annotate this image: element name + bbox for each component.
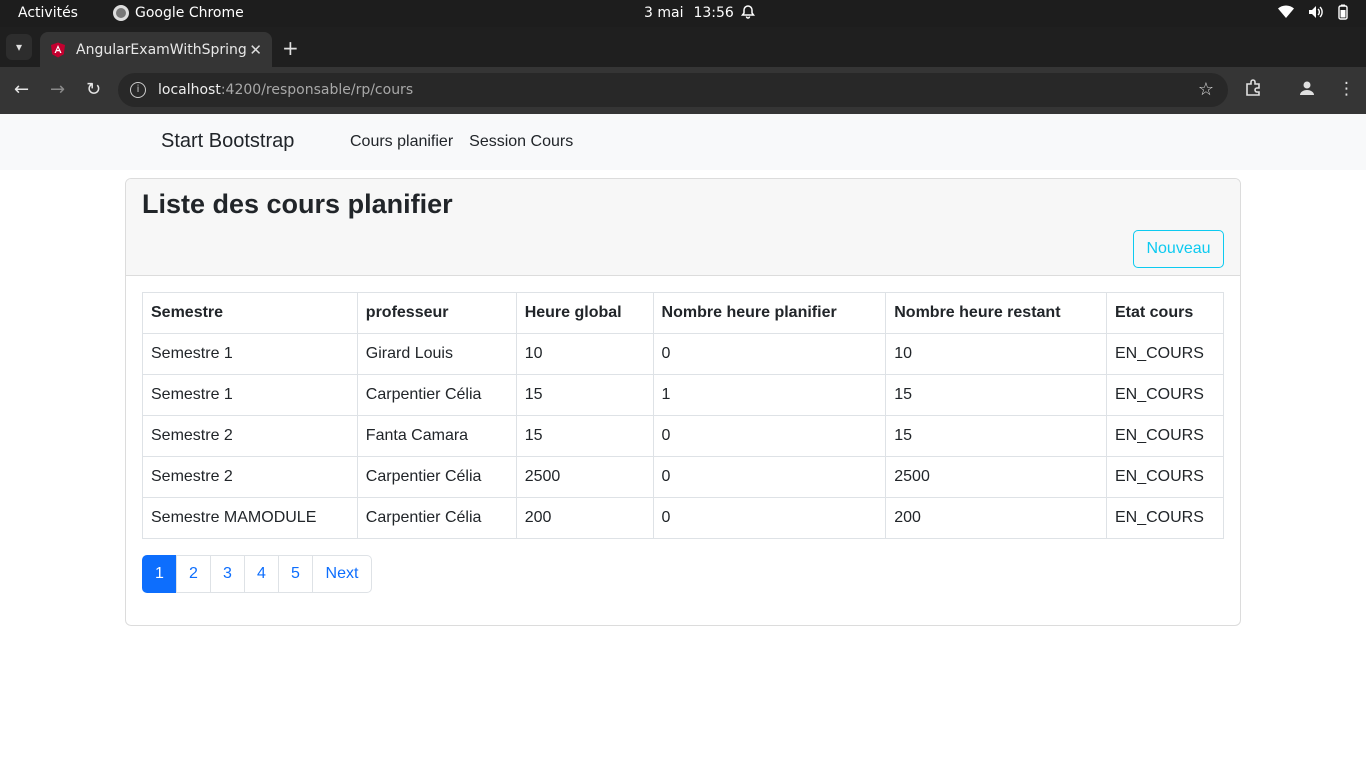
- column-header: Nombre heure restant: [885, 292, 1107, 334]
- url-path: :4200/responsable/rp/cours: [220, 82, 414, 98]
- page-link-4[interactable]: 4: [244, 555, 279, 593]
- table-cell: 15: [885, 415, 1107, 457]
- new-tab-button[interactable]: +: [282, 36, 299, 60]
- courses-table: Semestre professeur Heure global Nombre …: [142, 292, 1225, 539]
- table-cell: 2500: [515, 456, 654, 498]
- new-button[interactable]: Nouveau: [1133, 230, 1224, 268]
- table-row: Semestre 2 Carpentier Célia 2500 0 2500 …: [142, 456, 1225, 498]
- page-link-1[interactable]: 1: [142, 555, 177, 593]
- table-cell: Semestre 1: [142, 374, 358, 416]
- wifi-icon: [1278, 5, 1294, 23]
- angular-favicon-icon: [50, 42, 66, 58]
- volume-icon: [1308, 5, 1324, 23]
- column-header: Heure global: [515, 292, 654, 334]
- table-cell: Semestre MAMODULE: [142, 497, 358, 539]
- table-cell: 2500: [885, 456, 1107, 498]
- extensions-icon[interactable]: [1244, 79, 1262, 102]
- browser-tab-strip: ▾ AngularExamWithSpring ✕ +: [0, 27, 1366, 67]
- profile-icon[interactable]: [1298, 79, 1316, 102]
- clock[interactable]: 3 mai 13:56: [644, 5, 734, 21]
- table-cell: Carpentier Célia: [356, 374, 517, 416]
- navbar-brand[interactable]: Start Bootstrap: [161, 130, 294, 153]
- table-row: Semestre MAMODULE Carpentier Célia 200 0…: [142, 497, 1225, 539]
- table-cell: 10: [885, 333, 1107, 375]
- table-cell: EN_COURS: [1105, 415, 1225, 457]
- pagination: 1 2 3 4 5 Next: [142, 555, 372, 593]
- column-header: professeur: [356, 292, 517, 334]
- site-info-icon[interactable]: i: [130, 82, 146, 98]
- top-navbar: Start Bootstrap Cours planifier Session …: [0, 114, 1366, 170]
- bell-icon: [740, 4, 756, 24]
- bookmark-star-icon[interactable]: ☆: [1198, 79, 1214, 100]
- table-cell: Semestre 2: [142, 415, 358, 457]
- table-cell: EN_COURS: [1105, 333, 1225, 375]
- tab-title: AngularExamWithSpring: [76, 41, 247, 58]
- clock-date: 3 mai: [644, 5, 684, 21]
- table-cell: Semestre 2: [142, 456, 358, 498]
- table-cell: 0: [652, 415, 887, 457]
- battery-icon: [1338, 4, 1348, 24]
- table-cell: 0: [652, 456, 887, 498]
- table-cell: Carpentier Célia: [356, 456, 517, 498]
- table-cell: Girard Louis: [356, 333, 517, 375]
- system-top-bar: Activités Google Chrome 3 mai 13:56: [0, 0, 1366, 27]
- courses-card: Liste des cours planifier Nouveau Semest…: [125, 178, 1241, 626]
- page-link-3[interactable]: 3: [210, 555, 245, 593]
- clock-time: 13:56: [693, 5, 734, 21]
- table-cell: Fanta Camara: [356, 415, 517, 457]
- chrome-icon: [113, 5, 129, 21]
- browser-tab[interactable]: AngularExamWithSpring ✕: [40, 32, 272, 67]
- web-page: Start Bootstrap Cours planifier Session …: [0, 114, 1366, 768]
- table-cell: 0: [652, 333, 887, 375]
- card-header: Liste des cours planifier Nouveau: [126, 179, 1240, 276]
- table-cell: EN_COURS: [1105, 374, 1225, 416]
- table-cell: 15: [515, 374, 654, 416]
- more-menu-icon[interactable]: ⋮: [1338, 79, 1355, 99]
- page-link-5[interactable]: 5: [278, 555, 313, 593]
- activities-button[interactable]: Activités: [18, 5, 78, 21]
- column-header: Nombre heure planifier: [652, 292, 887, 334]
- table-cell: EN_COURS: [1105, 497, 1225, 539]
- reload-icon[interactable]: ↻: [86, 79, 101, 100]
- app-name: Google Chrome: [135, 5, 244, 21]
- back-arrow-icon[interactable]: ←: [14, 79, 29, 100]
- table-cell: Carpentier Célia: [356, 497, 517, 539]
- table-header-row: Semestre professeur Heure global Nombre …: [142, 292, 1225, 334]
- table-cell: 15: [885, 374, 1107, 416]
- table-cell: 10: [515, 333, 654, 375]
- table-cell: 200: [885, 497, 1107, 539]
- forward-arrow-icon[interactable]: →: [50, 79, 65, 100]
- table-cell: 0: [652, 497, 887, 539]
- page-title: Liste des cours planifier: [142, 189, 453, 219]
- next-page-link[interactable]: Next: [312, 555, 372, 593]
- app-menu[interactable]: Google Chrome: [113, 5, 244, 21]
- table-cell: 15: [515, 415, 654, 457]
- table-cell: 1: [652, 374, 887, 416]
- table-cell: 200: [515, 497, 654, 539]
- address-bar[interactable]: i localhost :4200/responsable/rp/cours ☆: [118, 73, 1228, 107]
- table-row: Semestre 2 Fanta Camara 15 0 15 EN_COURS: [142, 415, 1225, 457]
- nav-link-session-cours[interactable]: Session Cours: [469, 133, 573, 151]
- nav-link-cours-planifier[interactable]: Cours planifier: [350, 133, 453, 151]
- tab-search-button[interactable]: ▾: [6, 34, 32, 60]
- table-cell: Semestre 1: [142, 333, 358, 375]
- close-tab-icon[interactable]: ✕: [249, 41, 262, 59]
- table-row: Semestre 1 Girard Louis 10 0 10 EN_COURS: [142, 333, 1225, 375]
- column-header: Semestre: [142, 292, 358, 334]
- system-tray[interactable]: [1278, 4, 1348, 24]
- browser-toolbar: ← → ↻ i localhost :4200/responsable/rp/c…: [0, 67, 1366, 114]
- table-row: Semestre 1 Carpentier Célia 15 1 15 EN_C…: [142, 374, 1225, 416]
- nav-links: Cours planifier Session Cours: [350, 133, 573, 151]
- column-header: Etat cours: [1105, 292, 1225, 334]
- page-link-2[interactable]: 2: [176, 555, 211, 593]
- url-host: localhost: [158, 82, 221, 98]
- table-cell: EN_COURS: [1105, 456, 1225, 498]
